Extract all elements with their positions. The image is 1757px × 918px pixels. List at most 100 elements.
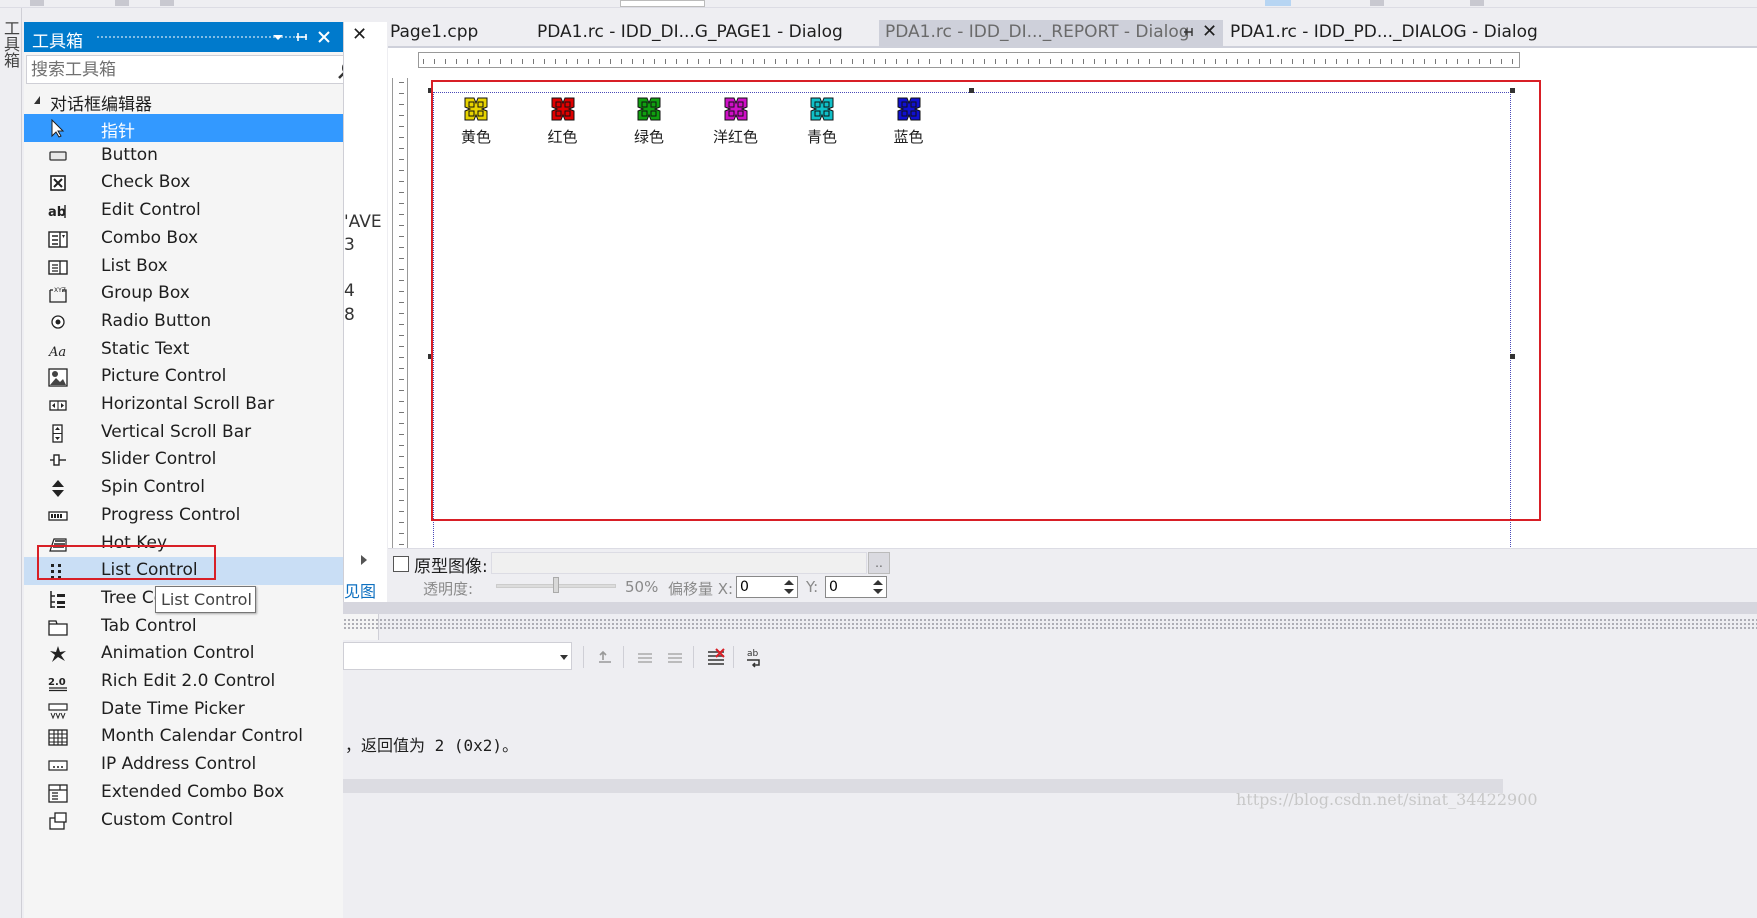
output-source-select[interactable] bbox=[343, 642, 572, 670]
spin-icon bbox=[48, 479, 68, 498]
toolbox-item[interactable]: Picture Control bbox=[24, 363, 354, 391]
checkbox-icon bbox=[48, 174, 68, 192]
panel-grip[interactable] bbox=[343, 618, 1757, 630]
separator bbox=[693, 646, 694, 668]
prototype-path-field[interactable] bbox=[491, 552, 867, 574]
vertical-ruler[interactable] bbox=[392, 78, 408, 593]
expand-arrow-icon[interactable] bbox=[361, 555, 367, 565]
tab-label: PDA1.rc - IDD_DI...G_PAGE1 - Dialog bbox=[537, 22, 843, 42]
opacity-label: 透明度: bbox=[423, 580, 474, 598]
ext-combo-icon bbox=[48, 784, 68, 803]
tree-icon bbox=[48, 590, 68, 608]
svg-text:XYZ: XYZ bbox=[54, 287, 66, 294]
toolbox-item[interactable]: Button bbox=[24, 142, 354, 170]
toolbar-icon[interactable] bbox=[1470, 0, 1484, 6]
toolbox-item[interactable]: Check Box bbox=[24, 169, 354, 197]
toolbox-item[interactable]: List Box bbox=[24, 253, 354, 281]
toolbox-item[interactable]: Date Time Picker bbox=[24, 696, 354, 724]
collapse-arrow-icon[interactable] bbox=[34, 96, 40, 104]
tab-label: PDA1.rc - IDD_DI..._REPORT - Dialog bbox=[885, 22, 1190, 42]
toolbox-item[interactable]: Extended Combo Box bbox=[24, 779, 354, 807]
pin-icon[interactable] bbox=[1182, 26, 1196, 41]
toolbox-item[interactable]: 2.0 Rich Edit 2.0 Control bbox=[24, 668, 354, 696]
toolbox-item[interactable]: Month Calendar Control bbox=[24, 723, 354, 751]
pin-icon[interactable] bbox=[292, 27, 312, 47]
toolbox-item[interactable]: Tab Control bbox=[24, 613, 354, 641]
offset-y-input[interactable] bbox=[829, 578, 869, 596]
tab-report-dialog[interactable]: PDA1.rc - IDD_DI..._REPORT - Dialog ✕ bbox=[879, 20, 1223, 46]
separator bbox=[583, 646, 584, 668]
toolbox-item[interactable]: 指针 bbox=[24, 114, 354, 142]
tooltip-text: List Control bbox=[161, 590, 252, 609]
side-panel-partial: ✕ 'AVE 3 4 8 见图 bbox=[343, 22, 387, 602]
find-prev-icon[interactable] bbox=[595, 646, 617, 668]
word-wrap-icon[interactable]: ab bbox=[745, 646, 767, 668]
offset-x-spinner[interactable] bbox=[736, 576, 798, 598]
toolbar-combo[interactable] bbox=[620, 0, 705, 7]
datetime-icon bbox=[48, 701, 68, 720]
toolbox-item[interactable]: Custom Control bbox=[24, 807, 354, 835]
toolbox-item[interactable]: Vertical Scroll Bar bbox=[24, 419, 354, 447]
clear-all-icon[interactable] bbox=[705, 646, 727, 668]
toolbox-item[interactable]: XYZ Group Box bbox=[24, 280, 354, 308]
go-next-icon[interactable] bbox=[665, 646, 687, 668]
toolbox-item-label: Tab Control bbox=[101, 615, 197, 636]
progress-icon bbox=[48, 507, 68, 525]
toolbox-item-label: Extended Combo Box bbox=[101, 781, 285, 802]
pane-splitter[interactable] bbox=[343, 602, 1757, 614]
spin-down-icon[interactable] bbox=[873, 589, 883, 594]
toolbox-item[interactable]: Animation Control bbox=[24, 640, 354, 668]
slider-thumb[interactable] bbox=[553, 577, 559, 593]
chevron-down-icon[interactable] bbox=[560, 655, 568, 660]
toolbar-icon[interactable] bbox=[30, 0, 44, 6]
view-link[interactable]: 见图 bbox=[344, 578, 376, 602]
toolbox-item[interactable]: Slider Control bbox=[24, 446, 354, 474]
partial-text: 8 bbox=[344, 305, 355, 325]
horizontal-ruler[interactable] bbox=[418, 52, 1520, 68]
spin-up-icon[interactable] bbox=[873, 580, 883, 585]
svg-text:2.0: 2.0 bbox=[48, 677, 66, 688]
toolbox-item[interactable]: Spin Control bbox=[24, 474, 354, 502]
toolbox-item[interactable]: IP Address Control bbox=[24, 751, 354, 779]
toolbox-item-label: Custom Control bbox=[101, 809, 233, 830]
spin-up-icon[interactable] bbox=[784, 580, 794, 585]
prototype-checkbox[interactable] bbox=[393, 556, 409, 572]
dialog-editor: 黄色 红色 绿色 洋红色 青色 蓝色 bbox=[388, 48, 1757, 603]
dropdown-icon[interactable] bbox=[268, 27, 288, 47]
toolbox-title: 工具箱 bbox=[32, 32, 83, 52]
toolbox-item[interactable]: Aa Static Text bbox=[24, 336, 354, 364]
toolbox-item[interactable]: Combo Box bbox=[24, 225, 354, 253]
separator bbox=[623, 646, 624, 668]
toolbar-icon[interactable] bbox=[160, 0, 174, 6]
toolbox-item[interactable]: Horizontal Scroll Bar bbox=[24, 391, 354, 419]
search-input[interactable] bbox=[31, 58, 321, 81]
offset-x-input[interactable] bbox=[740, 578, 780, 596]
close-icon[interactable]: ✕ bbox=[352, 24, 367, 45]
toolbox-item-label: Group Box bbox=[101, 283, 190, 304]
spin-down-icon[interactable] bbox=[784, 589, 794, 594]
toolbox-item[interactable]: Progress Control bbox=[24, 502, 354, 530]
toolbar-icon[interactable] bbox=[1265, 0, 1291, 6]
offset-y-spinner[interactable] bbox=[825, 576, 887, 598]
vscroll-icon bbox=[48, 424, 68, 443]
toolbox-item-label: Check Box bbox=[101, 172, 191, 193]
toolbox-tab-label[interactable]: 工具箱 bbox=[1, 20, 20, 68]
toolbar-icon[interactable] bbox=[115, 0, 129, 6]
toolbar-icon[interactable] bbox=[1370, 0, 1384, 6]
custom-control-icon bbox=[48, 811, 68, 830]
button-icon bbox=[48, 147, 68, 165]
toolbox-search[interactable] bbox=[26, 55, 377, 84]
browse-button[interactable]: .. bbox=[868, 552, 890, 574]
animation-icon bbox=[48, 645, 68, 663]
close-icon[interactable]: ✕ bbox=[1202, 21, 1217, 42]
section-header[interactable]: 对话框编辑器 bbox=[24, 88, 354, 115]
list-control-highlight-box bbox=[37, 545, 216, 580]
toolbox-item[interactable]: ab Edit Control bbox=[24, 197, 354, 225]
autohide-strip[interactable]: 工具箱 bbox=[0, 8, 22, 918]
toolbox-item[interactable]: Radio Button bbox=[24, 308, 354, 336]
go-prev-icon[interactable] bbox=[635, 646, 657, 668]
close-icon[interactable] bbox=[314, 27, 334, 47]
toolbox-item-label: Vertical Scroll Bar bbox=[101, 421, 252, 442]
toolbox-title-bar[interactable]: 工具箱 bbox=[24, 22, 379, 52]
watermark: https://blog.csdn.net/sinat_34422900 bbox=[1236, 790, 1538, 809]
